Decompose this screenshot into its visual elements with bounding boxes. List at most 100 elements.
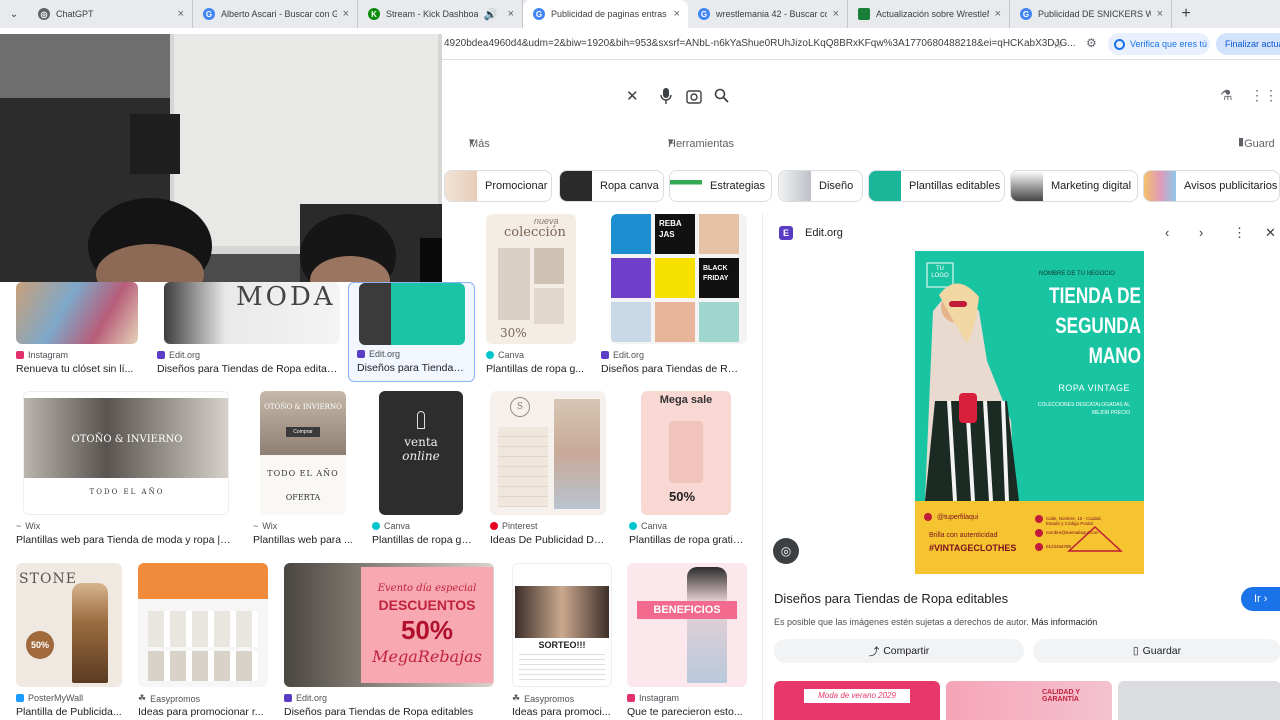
chip-ropa-canva[interactable]: Ropa canva <box>559 170 664 202</box>
related-image[interactable]: CALIDAD Y GARANTÍA <box>946 681 1112 720</box>
chip-avisos-publicitarios[interactable]: Avisos publicitarios <box>1143 170 1280 202</box>
result-caption[interactable]: Plantillas de ropa gratis... <box>629 534 745 546</box>
webcam-overlay[interactable] <box>0 34 442 282</box>
chip-estrategias[interactable]: Estrategias <box>669 170 772 202</box>
apps-grid-icon[interactable]: ⋮⋮ <box>1250 87 1278 104</box>
tune-icon[interactable]: ⚙ <box>1086 36 1100 50</box>
preview-source[interactable]: E Edit.org <box>779 226 843 240</box>
result-card-selected[interactable]: Edit.org Diseños para Tiendas ... <box>348 282 475 382</box>
tab-wrestlemania[interactable]: G wrestlemania 42 - Buscar con G × <box>688 0 848 28</box>
close-preview-icon[interactable]: ✕ <box>1265 225 1276 241</box>
save-button[interactable]: ▯ Guardar <box>1033 639 1280 663</box>
result-thumbnail[interactable] <box>359 283 465 345</box>
result-caption[interactable]: Ideas para promoci... <box>512 706 612 718</box>
result-thumbnail[interactable]: SORTEO!!! <box>512 563 612 687</box>
result-card[interactable]: Evento día especial DESCUENTOS 50% MegaR… <box>284 563 496 720</box>
result-card[interactable]: REBA JAS BLACK FRIDAY Edit.org Diseños p… <box>601 214 751 378</box>
result-caption[interactable]: Plantillas de ropa g... <box>486 363 586 375</box>
search-magnifier-icon[interactable] <box>714 88 729 103</box>
result-thumbnail[interactable]: REBA JAS BLACK FRIDAY <box>611 214 747 344</box>
result-card[interactable]: S Pinterest Ideas De Publicidad De ... <box>490 391 615 549</box>
more-options-icon[interactable]: ⋮ <box>1233 225 1246 241</box>
result-caption[interactable]: Plantillas de ropa gr... <box>372 534 472 546</box>
result-thumbnail[interactable]: S <box>490 391 606 515</box>
more-info-link[interactable]: Más información <box>1031 617 1097 627</box>
thumbnail-banner <box>138 563 268 599</box>
result-caption[interactable]: Diseños para Tiendas de Ropa... <box>601 363 741 375</box>
close-tab-icon[interactable]: × <box>508 8 514 20</box>
result-caption[interactable]: Diseños para Tiendas ... <box>357 362 469 374</box>
chip-promocionar[interactable]: Promocionar <box>444 170 552 202</box>
result-card[interactable]: Instagram Renueva tu clóset sin lí... <box>16 282 138 378</box>
next-image-chevron-icon[interactable]: › <box>1199 225 1203 240</box>
finalize-update-chip[interactable]: Finalizar actual <box>1216 33 1280 55</box>
camera-lens-icon[interactable] <box>686 89 702 104</box>
previous-image-chevron-icon[interactable]: ‹ <box>1165 225 1169 240</box>
result-card[interactable]: MODA Edit.org Diseños para Tiendas de Ro… <box>157 282 341 378</box>
result-card[interactable]: SORTEO!!! ☘ Easypromos Ideas para promoci… <box>512 563 614 720</box>
result-caption[interactable]: Diseños para Tiendas de Ropa editabl... <box>157 363 341 375</box>
close-tab-icon[interactable]: × <box>1157 8 1163 20</box>
visit-button[interactable]: Ir › <box>1241 587 1280 611</box>
result-caption[interactable]: Que te parecieron esto... <box>627 706 745 718</box>
result-thumbnail[interactable]: OTOÑO & INVIERNO Comprar TODO EL AÑO OFE… <box>260 391 346 515</box>
close-tab-icon[interactable]: × <box>833 8 839 20</box>
tab-actualizacion[interactable]: Actualización sobre WrestleMa × <box>848 0 1010 28</box>
result-card[interactable]: OTOÑO & INVIERNO Comprar TODO EL AÑO OFE… <box>253 391 353 549</box>
result-caption[interactable]: Plantillas web para ... <box>253 534 353 546</box>
result-thumbnail[interactable]: STONE 50% <box>16 563 122 687</box>
close-tab-icon[interactable]: × <box>674 8 680 20</box>
close-tab-icon[interactable]: × <box>995 8 1001 20</box>
result-thumbnail[interactable]: nueva colección 30% <box>486 214 576 344</box>
result-card[interactable]: ☘ Easypromos Ideas para promocionar r... <box>138 563 270 720</box>
speaker-icon[interactable]: 🔊 <box>484 8 498 21</box>
result-card[interactable]: Mega sale 50% Canva Plantillas de ropa g… <box>629 391 749 549</box>
more-filters-link[interactable]: Más ▾ <box>469 135 490 150</box>
result-caption[interactable]: Ideas De Publicidad De ... <box>490 534 610 546</box>
related-image[interactable]: Moda de verano 2029 <box>774 681 940 720</box>
google-lens-icon[interactable]: ◎ <box>773 538 799 564</box>
close-tab-icon[interactable]: × <box>343 8 349 20</box>
tab-snickers[interactable]: G Publicidad DE SNICKERS WWE × <box>1010 0 1172 28</box>
chip-plantillas-editables[interactable]: Plantillas editables <box>868 170 1005 202</box>
result-thumbnail[interactable]: venta online <box>379 391 463 515</box>
verify-identity-chip[interactable]: Verifica que eres tú <box>1108 33 1210 55</box>
preview-image[interactable]: TU LOGO NOMBRE DE TU NEGOCIO TIENDA DE SE… <box>915 251 1144 574</box>
labs-flask-icon[interactable]: ⚗ <box>1220 87 1233 104</box>
preview-title[interactable]: Diseños para Tiendas de Ropa editables <box>774 591 1008 606</box>
clear-search-icon[interactable]: ✕ <box>626 87 639 105</box>
result-thumbnail[interactable] <box>16 282 138 344</box>
share-button[interactable]: ⤴ Compartir <box>774 639 1024 663</box>
tab-publicidad-active[interactable]: G Publicidad de paginas entras d × <box>523 0 688 28</box>
result-card[interactable]: venta online Canva Plantillas de ropa gr… <box>372 391 472 549</box>
result-caption[interactable]: Plantilla de Publicida... <box>16 706 134 718</box>
result-card[interactable]: OTOÑO & INVIERNO TODO EL AÑO ~ Wix Planti… <box>16 391 236 549</box>
result-thumbnail[interactable]: Mega sale 50% <box>641 391 731 515</box>
tab-alberto-ascari[interactable]: G Alberto Ascari - Buscar con Goo × <box>193 0 358 28</box>
close-tab-icon[interactable]: × <box>178 8 184 20</box>
tools-dropdown[interactable]: Herramientas ▾ <box>668 135 734 150</box>
chip-marketing-digital[interactable]: Marketing digital <box>1010 170 1138 202</box>
result-thumbnail[interactable]: MODA <box>164 282 340 344</box>
bookmark-star-icon[interactable]: ☆ <box>1052 36 1064 52</box>
tab-kick-dashboard[interactable]: K Stream - Kick Dashboard 🔊 × <box>358 0 523 28</box>
result-thumbnail[interactable]: Evento día especial DESCUENTOS 50% MegaR… <box>284 563 494 687</box>
chip-diseno[interactable]: Diseño <box>778 170 863 202</box>
url-text[interactable]: 4920bdea4960d4&udm=2&biw=1920&bih=953&sx… <box>444 38 1076 49</box>
result-thumbnail[interactable]: OTOÑO & INVIERNO TODO EL AÑO <box>23 391 229 515</box>
result-thumbnail[interactable]: BENEFICIOS <box>627 563 747 687</box>
tab-chatgpt[interactable]: ◎ ChatGPT × <box>28 0 193 28</box>
related-image[interactable] <box>1118 681 1280 720</box>
saved-bookmark-link[interactable]: ▮ Guard <box>1238 135 1275 150</box>
voice-search-mic-icon[interactable] <box>660 88 672 105</box>
result-card[interactable]: nueva colección 30% Canva Plantillas de … <box>486 214 586 378</box>
result-caption[interactable]: Plantillas web para Tienda de moda y rop… <box>16 534 232 546</box>
result-thumbnail[interactable] <box>138 563 268 687</box>
result-caption[interactable]: Ideas para promocionar r... <box>138 706 264 718</box>
result-caption[interactable]: Diseños para Tiendas de Ropa editables <box>284 706 492 718</box>
new-tab-plus-icon[interactable]: + <box>1174 2 1198 26</box>
result-card[interactable]: STONE 50% PosterMyWall Plantilla de Publ… <box>16 563 136 720</box>
result-card[interactable]: BENEFICIOS Instagram Que te parecieron e… <box>627 563 749 720</box>
result-caption[interactable]: Renueva tu clóset sin lí... <box>16 363 136 375</box>
tab-search-chevron-icon[interactable]: ⌄ <box>0 0 28 28</box>
